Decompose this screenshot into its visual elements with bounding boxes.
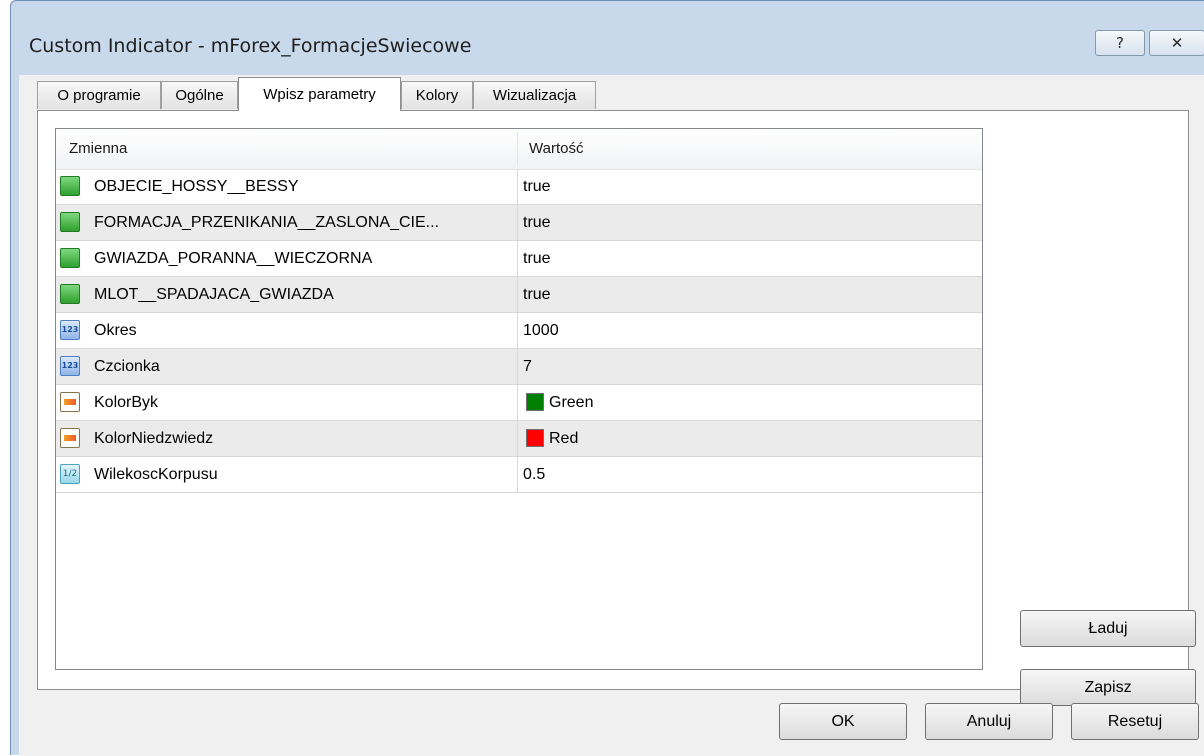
table-row[interactable]: GWIAZDA_PORANNA__WIECZORNA true bbox=[56, 241, 982, 277]
window-title: Custom Indicator - mForex_FormacjeSwieco… bbox=[29, 35, 472, 57]
dialog-window: Custom Indicator - mForex_FormacjeSwieco… bbox=[10, 0, 1204, 756]
table-row[interactable]: 123 Czcionka 7 bbox=[56, 349, 982, 385]
cell-divider bbox=[517, 313, 518, 348]
table-row[interactable]: KolorNiedzwiedz Red bbox=[56, 421, 982, 457]
tab-ogolne[interactable]: Ogólne bbox=[161, 81, 238, 109]
close-icon: ✕ bbox=[1170, 34, 1184, 52]
row-name: KolorNiedzwiedz bbox=[94, 430, 214, 447]
color-icon bbox=[60, 428, 80, 448]
column-header-variable[interactable]: Zmienna bbox=[69, 129, 127, 169]
bool-icon bbox=[60, 248, 80, 268]
row-value[interactable]: true bbox=[523, 241, 551, 276]
row-value[interactable]: 0.5 bbox=[523, 457, 545, 492]
help-icon: ? bbox=[1116, 34, 1124, 52]
row-name: OBJECIE_HOSSY__BESSY bbox=[94, 178, 299, 195]
row-name: KolorByk bbox=[94, 394, 159, 411]
tab-kolory[interactable]: Kolory bbox=[401, 81, 473, 109]
tab-panel: Zmienna Wartość OBJECIE_HOSSY__BESSY tru… bbox=[37, 110, 1196, 706]
row-name: MLOT__SPADAJACA_GWIAZDA bbox=[94, 286, 334, 303]
tab-o-programie[interactable]: O programie bbox=[37, 81, 161, 109]
table-row[interactable]: OBJECIE_HOSSY__BESSY true bbox=[56, 169, 982, 205]
integer-icon: 123 bbox=[60, 320, 80, 340]
row-value[interactable]: true bbox=[523, 169, 551, 204]
cell-divider bbox=[517, 169, 518, 204]
bool-icon bbox=[60, 176, 80, 196]
bool-icon bbox=[60, 284, 80, 304]
close-button[interactable]: ✕ bbox=[1149, 30, 1204, 56]
cell-divider bbox=[517, 277, 518, 312]
parameters-table: Zmienna Wartość OBJECIE_HOSSY__BESSY tru… bbox=[55, 128, 983, 670]
cell-divider bbox=[517, 349, 518, 384]
double-icon: 1/2 bbox=[60, 464, 80, 484]
row-name: GWIAZDA_PORANNA__WIECZORNA bbox=[94, 250, 373, 267]
column-divider[interactable] bbox=[517, 132, 518, 166]
row-value[interactable]: true bbox=[523, 277, 551, 312]
row-name: Czcionka bbox=[94, 358, 160, 375]
table-header: Zmienna Wartość bbox=[56, 129, 982, 170]
table-row[interactable]: MLOT__SPADAJACA_GWIAZDA true bbox=[56, 277, 982, 313]
integer-icon: 123 bbox=[60, 356, 80, 376]
row-value[interactable]: Red bbox=[549, 421, 578, 456]
tab-wpisz-parametry[interactable]: Wpisz parametry bbox=[238, 77, 401, 111]
load-button[interactable]: Ładuj bbox=[1020, 610, 1196, 647]
row-name: Okres bbox=[94, 322, 137, 339]
table-row[interactable]: FORMACJA_PRZENIKANIA__ZASLONA_CIE... tru… bbox=[56, 205, 982, 241]
row-value[interactable]: 1000 bbox=[523, 313, 559, 348]
tab-wizualizacja[interactable]: Wizualizacja bbox=[473, 81, 596, 109]
ok-button[interactable]: OK bbox=[779, 703, 907, 740]
color-icon bbox=[60, 392, 80, 412]
cancel-button[interactable]: Anuluj bbox=[925, 703, 1053, 740]
column-header-value[interactable]: Wartość bbox=[529, 129, 583, 169]
row-name: WilekoscKorpusu bbox=[94, 466, 218, 483]
row-value[interactable]: Green bbox=[549, 385, 593, 420]
cell-divider bbox=[517, 205, 518, 240]
table-row[interactable]: 1/2 WilekoscKorpusu 0.5 bbox=[56, 457, 982, 493]
save-button[interactable]: Zapisz bbox=[1020, 669, 1196, 706]
title-bar[interactable]: Custom Indicator - mForex_FormacjeSwieco… bbox=[11, 1, 1204, 59]
reset-button[interactable]: Resetuj bbox=[1071, 703, 1199, 740]
table-row[interactable]: KolorByk Green bbox=[56, 385, 982, 421]
cell-divider bbox=[517, 385, 518, 420]
color-swatch-red bbox=[526, 429, 544, 447]
bool-icon bbox=[60, 212, 80, 232]
row-name: FORMACJA_PRZENIKANIA__ZASLONA_CIE... bbox=[94, 214, 439, 231]
cell-divider bbox=[517, 457, 518, 492]
cell-divider bbox=[517, 421, 518, 456]
dialog-client: O programie Ogólne Wpisz parametry Kolor… bbox=[19, 75, 1204, 756]
row-value[interactable]: 7 bbox=[523, 349, 532, 384]
help-button[interactable]: ? bbox=[1095, 30, 1145, 56]
cell-divider bbox=[517, 241, 518, 276]
table-row[interactable]: 123 Okres 1000 bbox=[56, 313, 982, 349]
row-value[interactable]: true bbox=[523, 205, 551, 240]
color-swatch-green bbox=[526, 393, 544, 411]
